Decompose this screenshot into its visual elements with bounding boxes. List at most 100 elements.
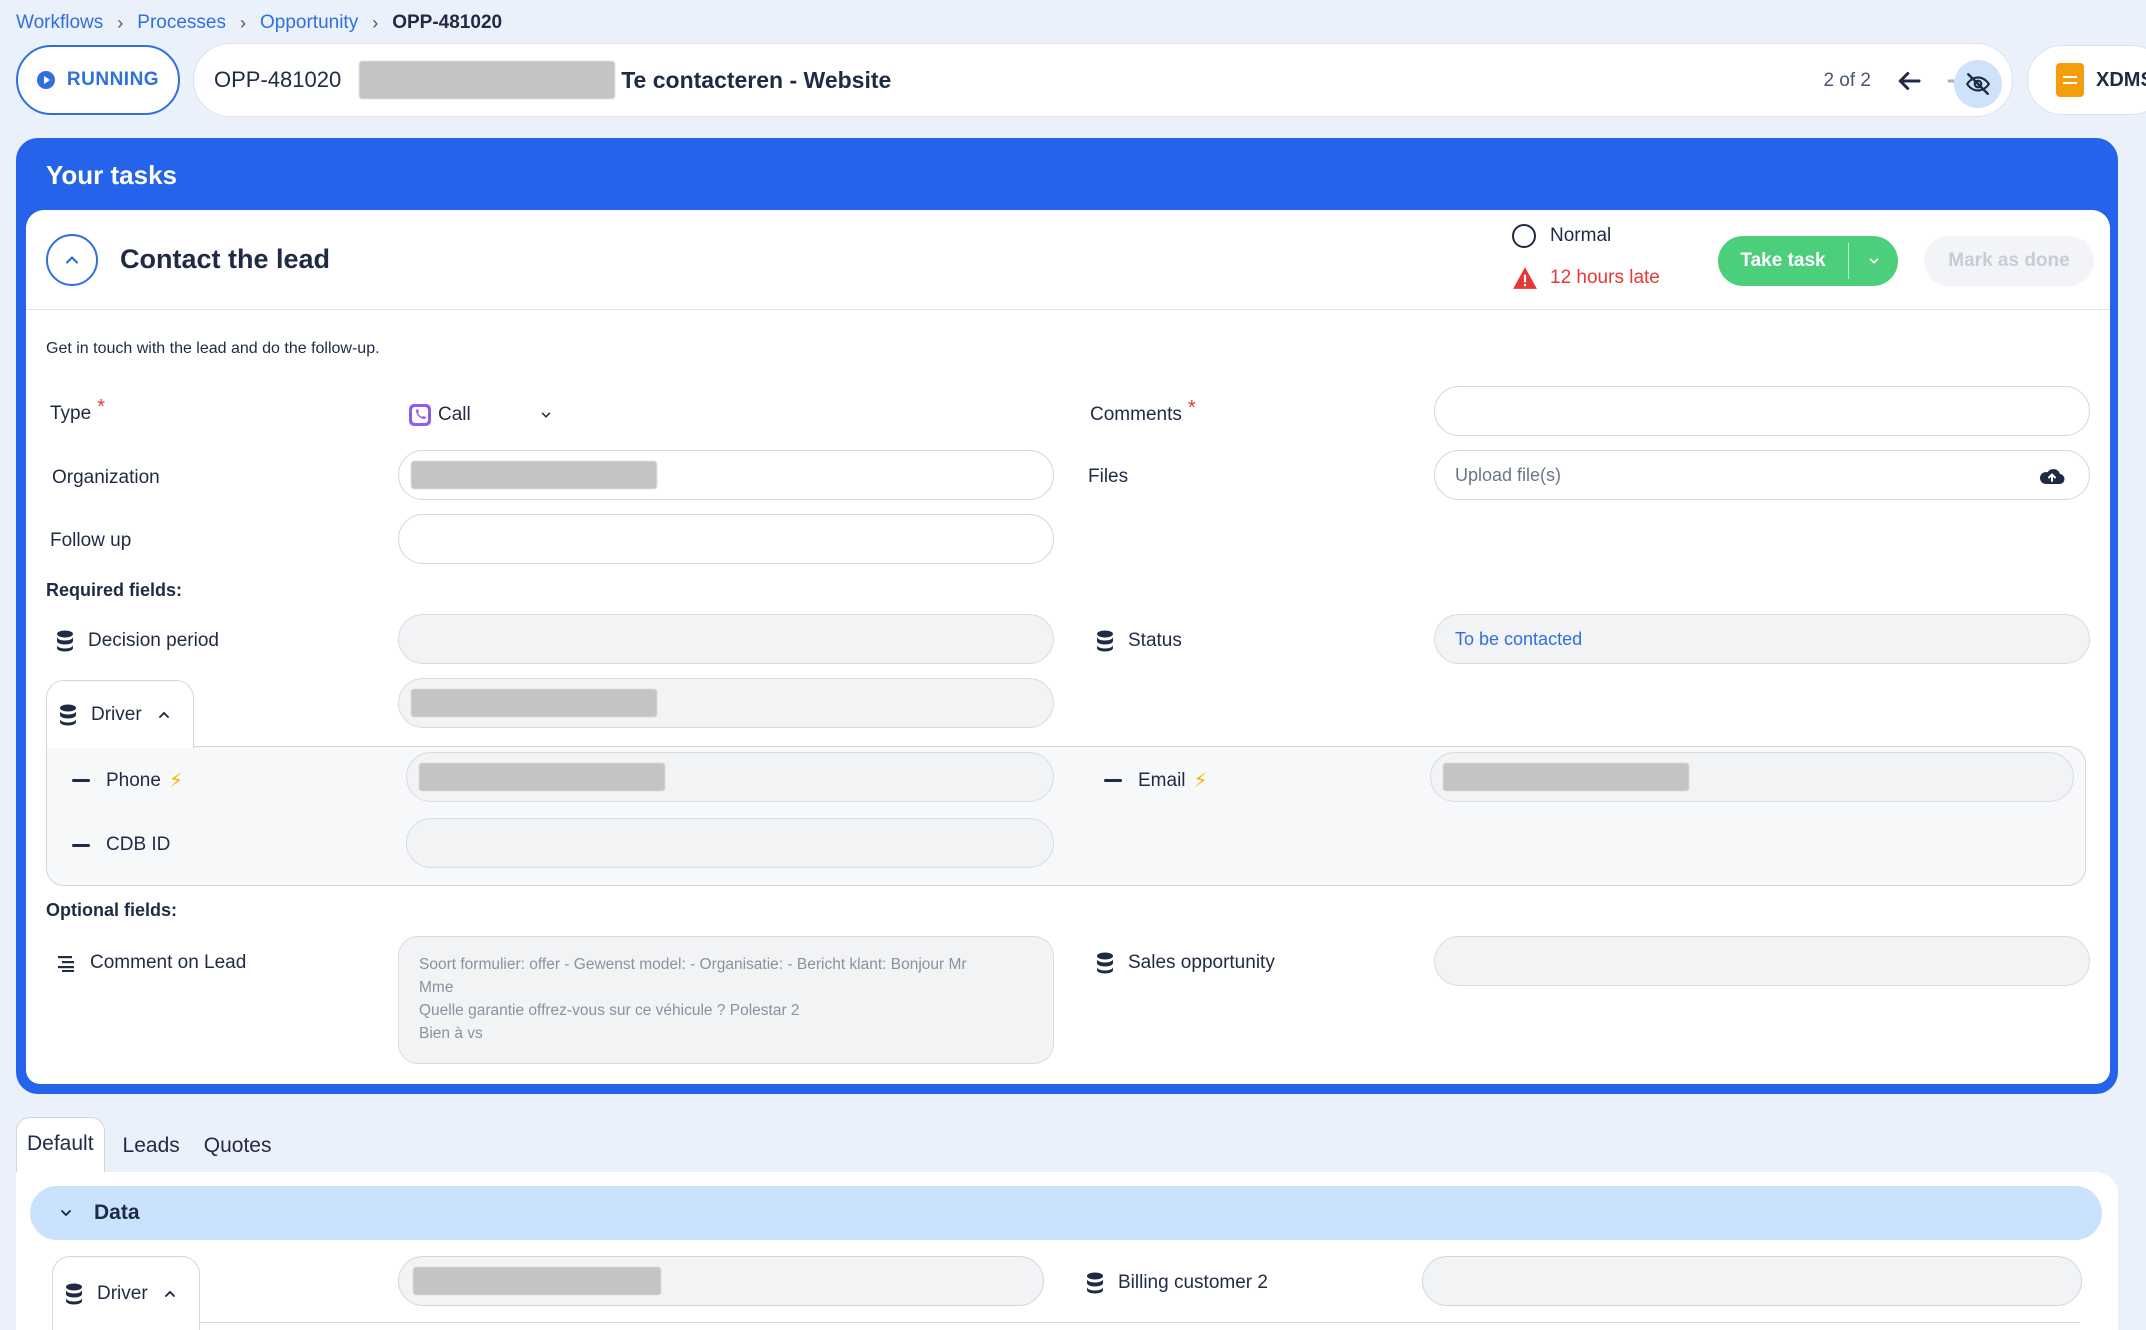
breadcrumb-current: OPP-481020	[392, 12, 503, 33]
database-icon	[1087, 1272, 1103, 1294]
chevron-down-icon[interactable]	[1849, 254, 1898, 268]
breadcrumb-opportunity[interactable]: Opportunity	[260, 12, 358, 34]
take-task-label: Take task	[1740, 250, 1826, 271]
required-marker: *	[1187, 397, 1196, 419]
database-icon	[57, 630, 73, 652]
driver-field[interactable]	[398, 1256, 1044, 1306]
hide-button[interactable]	[1954, 60, 2002, 108]
status-label-text: Status	[1128, 630, 1182, 651]
chevron-down-icon	[61, 1210, 71, 1217]
redacted-value	[1443, 763, 1689, 791]
task-description: Get in touch with the lead and do the fo…	[46, 340, 380, 357]
files-label: Files	[1088, 466, 1129, 487]
status-label: RUNNING	[66, 69, 160, 90]
dash-icon	[72, 843, 90, 847]
billing-customer-label: Billing customer 2	[1086, 1272, 1268, 1294]
play-icon	[36, 71, 55, 89]
comment-line: Soort formulier: offer - Gewenst model: …	[419, 956, 967, 973]
optional-fields-title: Optional fields:	[46, 900, 178, 920]
cdb-id-text: CDB ID	[106, 834, 171, 855]
breadcrumb-processes[interactable]: Processes	[137, 12, 226, 34]
dash-icon	[72, 779, 90, 782]
mark-done-button[interactable]: Mark as done	[1924, 236, 2094, 286]
xdms-label: XDMS	[2096, 68, 2146, 91]
chevron-down-icon	[541, 412, 550, 418]
dash-icon	[1104, 779, 1122, 782]
late-indicator: 12 hours late	[1512, 266, 1660, 290]
status-field[interactable]: To be contacted	[1434, 614, 2090, 664]
database-icon	[66, 1283, 82, 1304]
redacted-name	[359, 61, 616, 99]
driver-field[interactable]	[398, 678, 1054, 728]
database-icon	[1097, 952, 1113, 974]
take-task-button[interactable]: Take task	[1718, 236, 1898, 286]
tab-default[interactable]: Default	[16, 1117, 105, 1172]
bolt-icon: ⚡	[1193, 770, 1208, 792]
decision-period-text: Decision period	[88, 630, 219, 651]
tab-leads[interactable]: Leads	[111, 1120, 192, 1172]
follow-up-field[interactable]	[398, 514, 1054, 564]
files-placeholder: Upload file(s)	[1455, 464, 1562, 485]
cloud-upload-icon[interactable]	[2039, 466, 2065, 486]
phone-label-text: Phone	[106, 769, 161, 791]
phone-call-icon	[409, 404, 431, 426]
files-upload-field[interactable]: Upload file(s)	[1434, 450, 2090, 500]
warning-icon	[1513, 267, 1537, 289]
driver-toggle[interactable]: Driver	[46, 680, 194, 748]
tab-content: Data Driver Billing customer 2	[16, 1172, 2118, 1330]
priority-option[interactable]: Normal	[1512, 224, 1611, 248]
cdb-id-label: CDB ID	[72, 834, 170, 856]
collapse-button[interactable]	[46, 234, 98, 286]
bolt-icon: ⚡	[168, 770, 183, 792]
chevron-right-icon: ›	[239, 12, 246, 33]
billing-customer-field[interactable]	[1422, 1256, 2082, 1306]
organization-field[interactable]	[398, 450, 1054, 500]
status-badge[interactable]: RUNNING	[16, 45, 180, 115]
comment-line: Mme	[419, 979, 454, 996]
redacted-value	[411, 689, 657, 717]
chevron-up-icon	[164, 1290, 175, 1297]
phone-field[interactable]	[406, 752, 1054, 802]
redacted-value	[411, 461, 657, 489]
comment-line: Bien à vs	[419, 1025, 483, 1042]
arrow-left-icon[interactable]	[1894, 66, 1924, 96]
tasks-panel: Your tasks Contact the lead Normal 12 ho…	[16, 138, 2118, 1094]
required-marker: *	[97, 396, 105, 418]
page-title: Te contacteren - Website	[621, 66, 892, 93]
type-select[interactable]: Call	[408, 403, 553, 427]
xdms-button[interactable]: XDMS	[2027, 45, 2146, 115]
chevron-up-icon	[65, 256, 79, 264]
database-icon	[1097, 630, 1113, 652]
comment-on-lead-field[interactable]: Soort formulier: offer - Gewenst model: …	[398, 936, 1054, 1064]
sales-opportunity-field[interactable]	[1434, 936, 2090, 986]
breadcrumb-workflows[interactable]: Workflows	[16, 12, 103, 34]
database-icon	[60, 704, 76, 725]
type-value: Call	[438, 404, 471, 425]
decision-period-field[interactable]	[398, 614, 1054, 664]
type-label: Type *	[50, 396, 105, 425]
task-title: Contact the lead	[120, 244, 331, 274]
task-card: Contact the lead Normal 12 hours late Ta…	[26, 210, 2110, 1084]
comment-line: Quelle garantie offrez-vous sur ce véhic…	[419, 1002, 800, 1019]
status-label: Status	[1096, 630, 1182, 652]
email-field[interactable]	[1430, 752, 2074, 802]
driver-label: Driver	[97, 1282, 148, 1304]
task-header: Contact the lead Normal 12 hours late Ta…	[26, 210, 2110, 310]
organization-label: Organization	[52, 467, 160, 488]
opp-id: OPP-481020	[214, 67, 342, 92]
chevron-up-icon	[158, 711, 169, 718]
comments-label-text: Comments	[1090, 403, 1182, 425]
comments-field[interactable]	[1434, 386, 2090, 436]
comment-on-lead-label: Comment on Lead	[56, 952, 246, 974]
required-fields-title: Required fields:	[46, 580, 183, 600]
tab-quotes[interactable]: Quotes	[192, 1120, 284, 1172]
data-section-header[interactable]: Data	[30, 1186, 2102, 1240]
pager-count: 2 of 2	[1823, 70, 1871, 91]
phone-label: Phone ⚡	[72, 768, 183, 793]
driver-toggle[interactable]: Driver	[52, 1256, 200, 1330]
email-label: Email ⚡	[1104, 768, 1208, 793]
type-label-text: Type	[50, 402, 92, 424]
breadcrumb: Workflows › Processes › Opportunity › OP…	[16, 12, 502, 34]
chevron-right-icon: ›	[372, 12, 379, 33]
cdb-id-field[interactable]	[406, 818, 1054, 868]
